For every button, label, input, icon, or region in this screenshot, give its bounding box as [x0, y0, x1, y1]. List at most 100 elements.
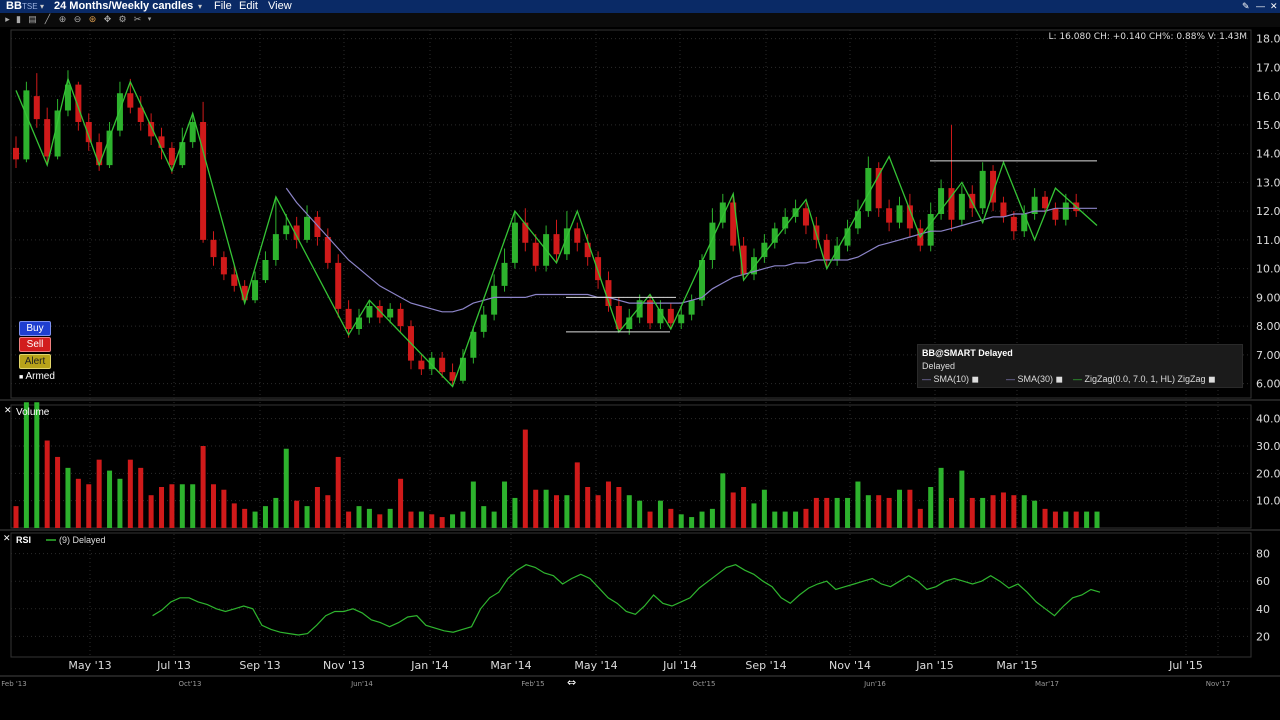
legend-zigzag[interactable]: — ZigZag(0.0, 7.0, 1, HL) ZigZag ◼: [1073, 374, 1216, 385]
candle: [127, 93, 134, 108]
volume-tick-label: 40.0: [1256, 413, 1280, 426]
y-tick-label: 18.00: [1256, 33, 1280, 46]
sma30-settings-icon[interactable]: ◼: [1056, 374, 1063, 384]
volume-bar: [34, 402, 40, 528]
volume-bar: [782, 511, 788, 528]
volume-bar: [65, 467, 71, 528]
x-tick-label: Jul '13: [156, 659, 191, 672]
volume-bar: [616, 487, 622, 528]
candle: [231, 274, 238, 286]
volume-bar: [86, 484, 92, 528]
volume-bar: [689, 517, 695, 528]
y-tick-label: 16.00: [1256, 90, 1280, 103]
legend-sma10[interactable]: — SMA(10) ◼: [922, 374, 979, 385]
volume-bar: [917, 508, 923, 528]
volume-bar: [709, 508, 715, 528]
rsi-series-label: (9) Delayed: [59, 535, 106, 545]
volume-panel-label: Volume: [16, 407, 50, 418]
y-tick-label: 15.00: [1256, 119, 1280, 132]
volume-bar: [179, 484, 185, 528]
sma10-settings-icon[interactable]: ◼: [972, 374, 979, 384]
volume-bar: [741, 487, 747, 528]
volume-tick-label: 10.0: [1256, 495, 1280, 508]
armed-check-icon: ■: [19, 374, 24, 381]
buy-button[interactable]: Buy: [19, 321, 51, 336]
candle: [345, 308, 352, 329]
volume-bar: [1063, 511, 1069, 528]
overview-tick-label: Mar'17: [1035, 680, 1059, 688]
zigzag-label: ZigZag(0.0, 7.0, 1, HL) ZigZag: [1084, 374, 1206, 384]
chart-legend: BB@SMART Delayed Delayed — SMA(10) ◼ — S…: [917, 344, 1243, 388]
quote-readout: L: 16.080 CH: +0.140 CH%: 0.88% V: 1.43M: [1049, 32, 1247, 42]
volume-bar: [533, 489, 539, 528]
candle: [823, 239, 830, 260]
volume-bar: [720, 473, 726, 528]
y-tick-label: 14.00: [1256, 148, 1280, 161]
volume-bar: [252, 511, 258, 528]
candle: [252, 280, 259, 301]
volume-bar: [117, 478, 123, 528]
legend-title[interactable]: BB@SMART Delayed: [922, 348, 1013, 358]
volume-bar: [564, 495, 570, 528]
volume-bar: [138, 467, 144, 528]
overview-tick-label: Jun'14: [350, 680, 373, 688]
sell-button[interactable]: Sell: [19, 337, 51, 352]
volume-bar: [605, 481, 611, 528]
legend-subtitle: Delayed: [922, 361, 956, 371]
panel-frame: [10, 532, 1252, 658]
x-tick-label: Nov '13: [323, 659, 365, 672]
volume-bar: [107, 470, 113, 528]
close-volume-icon[interactable]: ✕: [4, 406, 12, 416]
volume-bar: [1032, 500, 1038, 528]
volume-bar: [44, 440, 50, 528]
zigzag-settings-icon[interactable]: ◼: [1208, 374, 1215, 384]
volume-bar: [314, 487, 320, 528]
volume-bar: [262, 506, 268, 528]
volume-bar: [522, 429, 528, 528]
overview-tick-label: Oct'15: [693, 680, 716, 688]
candle: [927, 214, 934, 246]
scroll-handle-icon[interactable]: ⇔: [567, 676, 576, 689]
candle: [1062, 202, 1069, 220]
candle: [366, 306, 373, 318]
volume-bar: [450, 514, 456, 528]
candle: [491, 285, 498, 315]
alert-button[interactable]: Alert: [19, 354, 51, 369]
candle: [896, 205, 903, 223]
rsi-tick-label: 60: [1256, 575, 1270, 588]
volume-bar: [761, 489, 767, 528]
candle: [148, 122, 155, 137]
y-tick-label: 9.00: [1256, 291, 1280, 304]
volume-bar: [824, 497, 830, 528]
candle: [33, 96, 40, 120]
candle: [314, 216, 321, 237]
volume-bar: [346, 511, 352, 528]
volume-bar: [855, 481, 861, 528]
legend-sma30[interactable]: — SMA(30) ◼: [1006, 374, 1063, 385]
volume-bar: [294, 500, 300, 528]
candle: [13, 147, 19, 160]
candle: [501, 262, 508, 286]
candle: [179, 142, 186, 166]
volume-bar: [969, 497, 975, 528]
volume-bar: [366, 508, 372, 528]
rsi-panel-label: RSI: [16, 535, 31, 545]
volume-bar: [460, 511, 466, 528]
x-tick-label: May '13: [68, 659, 111, 672]
armed-checkbox[interactable]: ■ Armed: [19, 371, 55, 382]
volume-bar: [907, 489, 913, 528]
volume-bar: [668, 508, 674, 528]
candle: [958, 193, 965, 220]
volume-bar: [886, 497, 892, 528]
candle: [210, 239, 217, 258]
sma30-label: SMA(30): [1017, 374, 1054, 384]
y-tick-label: 12.00: [1256, 205, 1280, 218]
volume-bar: [699, 511, 705, 528]
volume-bar: [491, 511, 497, 528]
volume-bar: [990, 495, 996, 528]
candle: [584, 242, 591, 258]
x-tick-label: May '14: [574, 659, 617, 672]
volume-bar: [190, 484, 196, 528]
candle: [1021, 214, 1028, 232]
close-rsi-icon[interactable]: ✕: [3, 534, 11, 544]
